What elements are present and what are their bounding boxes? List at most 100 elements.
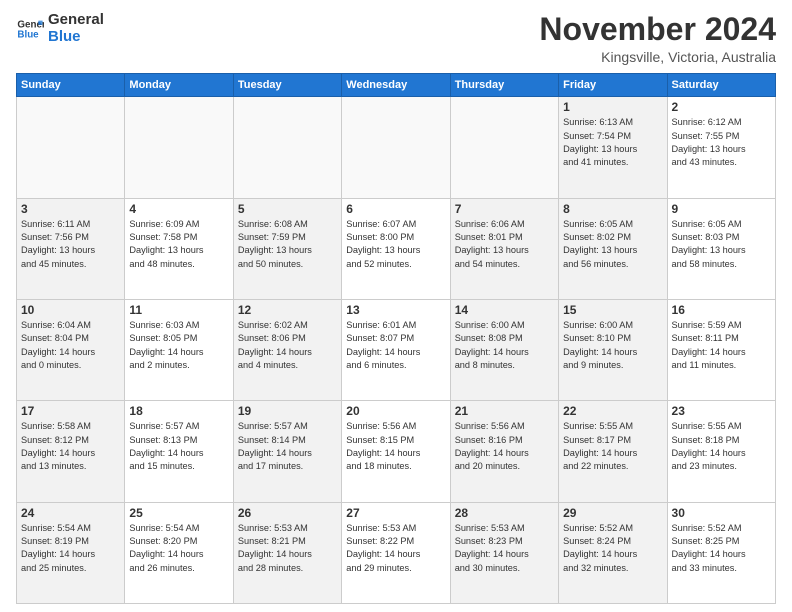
calendar-cell: 15 Sunrise: 6:00 AM Sunset: 8:10 PM Dayli… <box>559 299 667 400</box>
calendar-cell: 17Sunrise: 5:58 AM Sunset: 8:12 PM Dayli… <box>17 401 125 502</box>
day-info: Sunrise: 6:00 AM Sunset: 8:10 PM Dayligh… <box>563 319 662 372</box>
day-number: 19 <box>238 404 337 418</box>
day-number: 3 <box>21 202 120 216</box>
day-number: 1 <box>563 100 662 114</box>
calendar-cell: 13 Sunrise: 6:01 AM Sunset: 8:07 PM Dayli… <box>342 299 450 400</box>
calendar-cell: 16 Sunrise: 5:59 AM Sunset: 8:11 PM Dayli… <box>667 299 775 400</box>
day-number: 22 <box>563 404 662 418</box>
day-number: 11 <box>129 303 228 317</box>
day-number: 4 <box>129 202 228 216</box>
calendar-week-3: 17Sunrise: 5:58 AM Sunset: 8:12 PM Dayli… <box>17 401 776 502</box>
day-info: Sunrise: 6:11 AM Sunset: 7:56 PM Dayligh… <box>21 218 120 271</box>
calendar-cell: 20Sunrise: 5:56 AM Sunset: 8:15 PM Dayli… <box>342 401 450 502</box>
day-number: 14 <box>455 303 554 317</box>
calendar-cell: 30 Sunrise: 5:52 AM Sunset: 8:25 PM Dayli… <box>667 502 775 603</box>
day-number: 12 <box>238 303 337 317</box>
calendar-header-wednesday: Wednesday <box>342 74 450 97</box>
day-number: 8 <box>563 202 662 216</box>
day-number: 27 <box>346 506 445 520</box>
calendar-cell <box>342 97 450 198</box>
calendar-cell: 11 Sunrise: 6:03 AM Sunset: 8:05 PM Dayli… <box>125 299 233 400</box>
calendar-cell: 7 Sunrise: 6:06 AM Sunset: 8:01 PM Daylig… <box>450 198 558 299</box>
day-info: Sunrise: 6:04 AM Sunset: 8:04 PM Dayligh… <box>21 319 120 372</box>
calendar-cell: 22 Sunrise: 5:55 AM Sunset: 8:17 PM Dayli… <box>559 401 667 502</box>
day-number: 2 <box>672 100 771 114</box>
day-number: 26 <box>238 506 337 520</box>
day-number: 29 <box>563 506 662 520</box>
day-info: Sunrise: 6:02 AM Sunset: 8:06 PM Dayligh… <box>238 319 337 372</box>
calendar-cell: 1Sunrise: 6:13 AM Sunset: 7:54 PM Daylig… <box>559 97 667 198</box>
calendar-header-friday: Friday <box>559 74 667 97</box>
day-info: Sunrise: 6:07 AM Sunset: 8:00 PM Dayligh… <box>346 218 445 271</box>
calendar-cell: 29Sunrise: 5:52 AM Sunset: 8:24 PM Dayli… <box>559 502 667 603</box>
calendar-table: SundayMondayTuesdayWednesdayThursdayFrid… <box>16 73 776 604</box>
day-info: Sunrise: 6:09 AM Sunset: 7:58 PM Dayligh… <box>129 218 228 271</box>
day-info: Sunrise: 5:57 AM Sunset: 8:14 PM Dayligh… <box>238 420 337 473</box>
day-info: Sunrise: 5:59 AM Sunset: 8:11 PM Dayligh… <box>672 319 771 372</box>
day-info: Sunrise: 5:57 AM Sunset: 8:13 PM Dayligh… <box>129 420 228 473</box>
calendar-cell: 8 Sunrise: 6:05 AM Sunset: 8:02 PM Daylig… <box>559 198 667 299</box>
calendar-cell: 26 Sunrise: 5:53 AM Sunset: 8:21 PM Dayli… <box>233 502 341 603</box>
day-info: Sunrise: 6:12 AM Sunset: 7:55 PM Dayligh… <box>672 116 771 169</box>
day-number: 13 <box>346 303 445 317</box>
calendar-cell: 2 Sunrise: 6:12 AM Sunset: 7:55 PM Daylig… <box>667 97 775 198</box>
calendar-cell: 19 Sunrise: 5:57 AM Sunset: 8:14 PM Dayli… <box>233 401 341 502</box>
calendar-cell: 9 Sunrise: 6:05 AM Sunset: 8:03 PM Daylig… <box>667 198 775 299</box>
calendar-cell <box>17 97 125 198</box>
calendar-cell: 3 Sunrise: 6:11 AM Sunset: 7:56 PM Daylig… <box>17 198 125 299</box>
calendar-header-tuesday: Tuesday <box>233 74 341 97</box>
day-number: 28 <box>455 506 554 520</box>
calendar-cell: 14 Sunrise: 6:00 AM Sunset: 8:08 PM Dayli… <box>450 299 558 400</box>
day-number: 18 <box>129 404 228 418</box>
day-number: 16 <box>672 303 771 317</box>
calendar-cell: 25 Sunrise: 5:54 AM Sunset: 8:20 PM Dayli… <box>125 502 233 603</box>
day-info: Sunrise: 5:53 AM Sunset: 8:23 PM Dayligh… <box>455 522 554 575</box>
day-number: 6 <box>346 202 445 216</box>
day-info: Sunrise: 6:05 AM Sunset: 8:02 PM Dayligh… <box>563 218 662 271</box>
calendar-cell <box>233 97 341 198</box>
day-info: Sunrise: 5:54 AM Sunset: 8:20 PM Dayligh… <box>129 522 228 575</box>
day-info: Sunrise: 5:53 AM Sunset: 8:22 PM Dayligh… <box>346 522 445 575</box>
day-info: Sunrise: 6:01 AM Sunset: 8:07 PM Dayligh… <box>346 319 445 372</box>
calendar-cell: 10 Sunrise: 6:04 AM Sunset: 8:04 PM Dayli… <box>17 299 125 400</box>
day-info: Sunrise: 5:53 AM Sunset: 8:21 PM Dayligh… <box>238 522 337 575</box>
day-info: Sunrise: 5:55 AM Sunset: 8:18 PM Dayligh… <box>672 420 771 473</box>
calendar-header-row: SundayMondayTuesdayWednesdayThursdayFrid… <box>17 74 776 97</box>
page: General Blue General Blue November 2024 … <box>0 0 792 612</box>
calendar-week-2: 10 Sunrise: 6:04 AM Sunset: 8:04 PM Dayli… <box>17 299 776 400</box>
day-info: Sunrise: 6:00 AM Sunset: 8:08 PM Dayligh… <box>455 319 554 372</box>
day-number: 21 <box>455 404 554 418</box>
title-block: November 2024 Kingsville, Victoria, Aust… <box>539 12 776 65</box>
calendar-week-1: 3 Sunrise: 6:11 AM Sunset: 7:56 PM Daylig… <box>17 198 776 299</box>
day-number: 15 <box>563 303 662 317</box>
logo-line2: Blue <box>48 29 104 46</box>
day-info: Sunrise: 6:05 AM Sunset: 8:03 PM Dayligh… <box>672 218 771 271</box>
day-number: 24 <box>21 506 120 520</box>
logo-icon: General Blue <box>16 15 44 43</box>
calendar-cell: 28 Sunrise: 5:53 AM Sunset: 8:23 PM Dayli… <box>450 502 558 603</box>
day-number: 30 <box>672 506 771 520</box>
day-number: 10 <box>21 303 120 317</box>
calendar-cell: 21 Sunrise: 5:56 AM Sunset: 8:16 PM Dayli… <box>450 401 558 502</box>
logo-line1: General <box>48 12 104 29</box>
calendar-header-sunday: Sunday <box>17 74 125 97</box>
day-info: Sunrise: 5:58 AM Sunset: 8:12 PM Dayligh… <box>21 420 120 473</box>
header: General Blue General Blue November 2024 … <box>16 12 776 65</box>
day-number: 25 <box>129 506 228 520</box>
day-info: Sunrise: 5:55 AM Sunset: 8:17 PM Dayligh… <box>563 420 662 473</box>
day-info: Sunrise: 5:56 AM Sunset: 8:16 PM Dayligh… <box>455 420 554 473</box>
day-info: Sunrise: 6:03 AM Sunset: 8:05 PM Dayligh… <box>129 319 228 372</box>
day-number: 20 <box>346 404 445 418</box>
calendar-cell: 4 Sunrise: 6:09 AM Sunset: 7:58 PM Daylig… <box>125 198 233 299</box>
day-number: 7 <box>455 202 554 216</box>
calendar-week-4: 24Sunrise: 5:54 AM Sunset: 8:19 PM Dayli… <box>17 502 776 603</box>
day-number: 23 <box>672 404 771 418</box>
calendar-cell: 27 Sunrise: 5:53 AM Sunset: 8:22 PM Dayli… <box>342 502 450 603</box>
day-number: 9 <box>672 202 771 216</box>
month-title: November 2024 <box>539 12 776 47</box>
day-number: 5 <box>238 202 337 216</box>
calendar-header-thursday: Thursday <box>450 74 558 97</box>
calendar-cell <box>125 97 233 198</box>
day-info: Sunrise: 6:06 AM Sunset: 8:01 PM Dayligh… <box>455 218 554 271</box>
day-info: Sunrise: 5:52 AM Sunset: 8:25 PM Dayligh… <box>672 522 771 575</box>
